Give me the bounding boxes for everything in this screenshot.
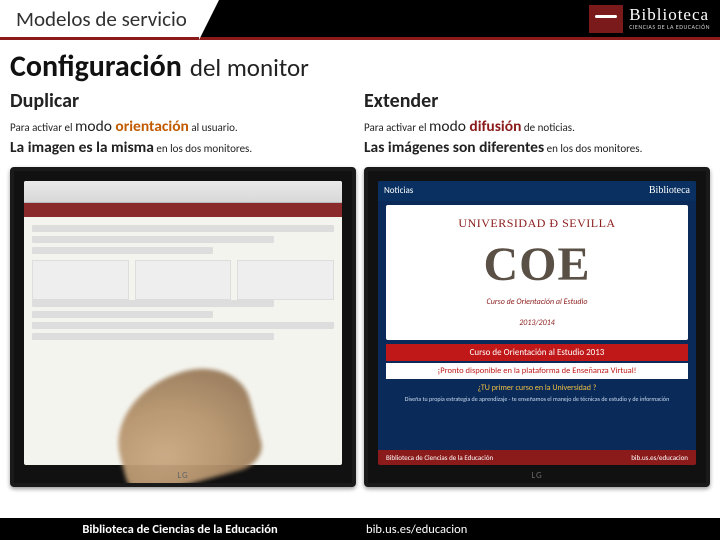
monitor-brand-right: LG — [531, 470, 542, 481]
monitor-left: LG — [10, 167, 356, 487]
logo-icon — [589, 5, 623, 33]
white-banner: ¡Pronto disponible en la plataforma de E… — [386, 363, 688, 379]
browser-body — [24, 217, 342, 352]
content-block — [32, 260, 334, 300]
content-row — [32, 300, 274, 307]
screen-right-footer-left: Biblioteca de Ciencias de la Educación — [386, 453, 493, 462]
content-row — [32, 225, 334, 232]
left-line2b: en los dos monitores. — [154, 142, 252, 155]
coe-card: UNIVERSIDAD Đ SEVILLA COE Curso de Orien… — [386, 205, 688, 340]
right-mode-word: difusión — [469, 117, 521, 136]
column-left-text: Para activar el modo orientación al usua… — [10, 117, 356, 159]
left-mode: modo — [75, 117, 115, 136]
screen-right-topbar: Noticias Biblioteca — [378, 181, 696, 201]
browser-tabbar-icon — [24, 203, 342, 217]
column-right-heading: Extender — [364, 89, 710, 113]
screen-right-footer-right: bib.us.es/educacion — [631, 453, 688, 462]
column-left: Duplicar Para activar el modo orientació… — [10, 89, 356, 159]
logo-subtext: CIENCIAS DE LA EDUCACIÓN — [629, 23, 710, 31]
red-banner: Curso de Orientación al Estudio 2013 — [386, 344, 688, 361]
left-line2a: La imagen es la misma — [10, 138, 154, 157]
left-mode-word: orientación — [115, 117, 188, 136]
column-right: Extender Para activar el modo difusión d… — [364, 89, 710, 159]
content-row — [32, 333, 274, 340]
header-title: Modelos de servicio — [16, 6, 187, 32]
right-line2b: en los dos monitores. — [544, 142, 642, 155]
monitor-right: Noticias Biblioteca UNIVERSIDAD Đ SEVILL… — [364, 167, 710, 487]
right-pre1: Para activar el — [364, 121, 429, 134]
right-line2a: Las imágenes son diferentes — [364, 138, 544, 157]
page-title: Configuración del monitor — [0, 40, 720, 89]
coe-title: COE — [392, 243, 682, 286]
right-post1: de noticias. — [521, 121, 574, 134]
left-post1: al usuario. — [189, 121, 238, 134]
column-left-heading: Duplicar — [10, 89, 356, 113]
content-row — [32, 236, 274, 243]
screen-right: Noticias Biblioteca UNIVERSIDAD Đ SEVILL… — [378, 181, 696, 465]
blue-text: ¿TU primer curso en la Universidad ? — [378, 381, 696, 395]
footer-right: bib.us.es/educacion — [360, 522, 720, 537]
screen-right-footer: Biblioteca de Ciencias de la Educación b… — [378, 450, 696, 465]
content-row — [32, 322, 334, 329]
header-title-wrap: Modelos de servicio — [0, 0, 199, 37]
content-cell — [135, 260, 232, 300]
right-mode: modo — [429, 117, 469, 136]
column-right-text: Para activar el modo difusión de noticia… — [364, 117, 710, 159]
monitor-brand-left: LG — [177, 470, 188, 481]
page-title-light: del monitor — [190, 52, 309, 83]
logo: Biblioteca CIENCIAS DE LA EDUCACIÓN — [589, 5, 720, 33]
coe-subtitle: Curso de Orientación al Estudio — [392, 297, 682, 307]
logo-text: Biblioteca — [629, 6, 710, 23]
content-cell — [237, 260, 334, 300]
logo-text-wrap: Biblioteca CIENCIAS DE LA EDUCACIÓN — [629, 6, 710, 31]
noticias-label: Noticias — [384, 185, 413, 197]
coe-year: 2013/2014 — [392, 318, 682, 328]
columns: Duplicar Para activar el modo orientació… — [0, 89, 720, 159]
images-row: LG Noticias Biblioteca UNIVERSIDAD Đ SEV… — [0, 159, 720, 487]
browser-chrome-icon — [24, 181, 342, 203]
content-row — [32, 247, 213, 254]
footer-left: Biblioteca de Ciencias de la Educación — [0, 522, 360, 537]
univ-name: UNIVERSIDAD Đ SEVILLA — [392, 216, 682, 231]
footer-bar: Biblioteca de Ciencias de la Educación b… — [0, 518, 720, 540]
left-pre1: Para activar el — [10, 121, 75, 134]
content-cell — [32, 260, 129, 300]
content-row — [32, 311, 213, 318]
page-title-bold: Configuración — [10, 48, 182, 85]
blue-subtext: Diseña tu propia estrategia de aprendiza… — [378, 395, 696, 406]
screen-right-logo: Biblioteca — [649, 185, 690, 197]
header-bar: Modelos de servicio Biblioteca CIENCIAS … — [0, 0, 720, 40]
